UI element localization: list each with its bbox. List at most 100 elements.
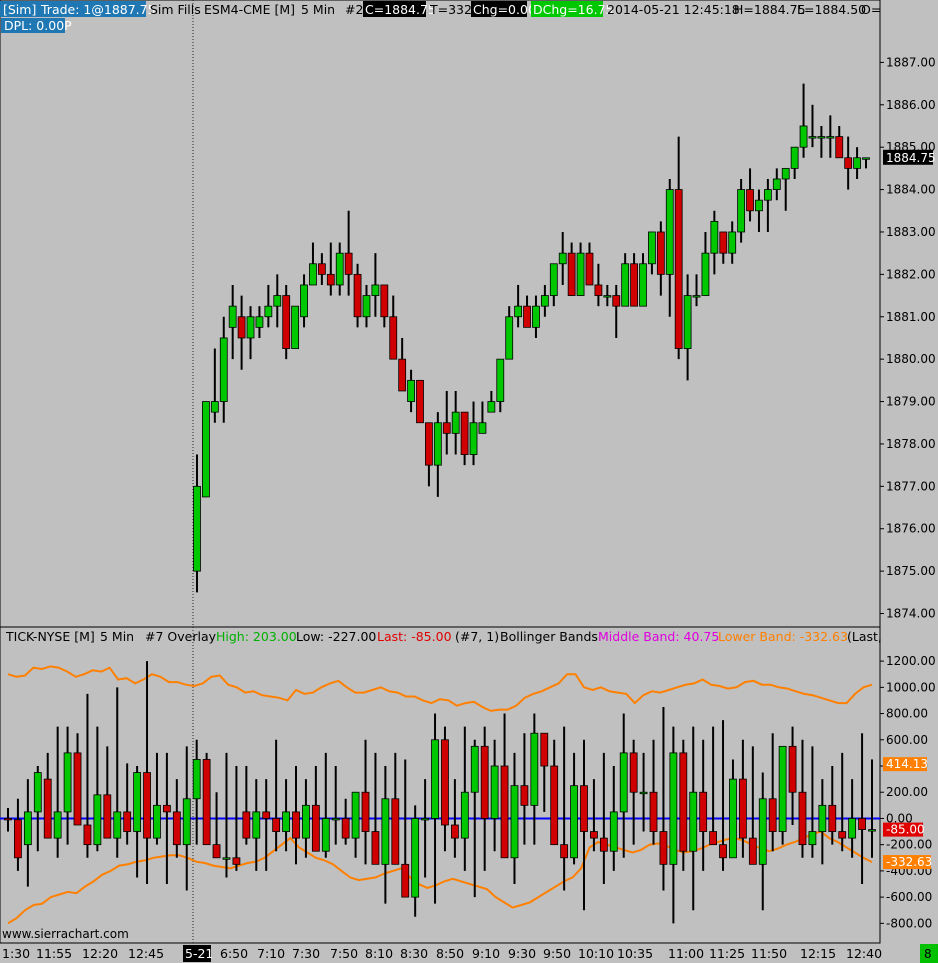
price-candle[interactable]	[353, 273, 362, 318]
tick-candle[interactable]	[738, 778, 747, 839]
price-candle[interactable]	[835, 136, 844, 159]
tick-candle[interactable]	[123, 811, 132, 832]
price-candle[interactable]	[585, 252, 594, 286]
price-candle[interactable]	[817, 136, 826, 139]
price-candle[interactable]	[576, 252, 585, 296]
tick-candle[interactable]	[143, 772, 151, 839]
tick-candle[interactable]	[550, 765, 559, 846]
price-candle[interactable]	[781, 167, 790, 180]
tick-candle[interactable]	[629, 752, 638, 793]
trade-info[interactable]: Trade: 1@1887.75	[40, 2, 156, 17]
tick-candle[interactable]	[153, 804, 161, 839]
tick-candle[interactable]	[858, 818, 866, 830]
tick-candle[interactable]	[580, 785, 588, 832]
tick-candle[interactable]	[798, 791, 807, 846]
price-candle[interactable]	[701, 252, 710, 296]
price-candle[interactable]	[549, 263, 558, 296]
price-candle[interactable]	[451, 411, 460, 434]
tick-candle[interactable]	[351, 791, 360, 839]
tick-candle[interactable]	[103, 794, 112, 839]
price-candle[interactable]	[665, 189, 674, 275]
tick-candle[interactable]	[421, 818, 430, 821]
tick-candle[interactable]	[818, 804, 827, 832]
price-candle[interactable]	[416, 379, 424, 424]
price-candle[interactable]	[380, 284, 389, 318]
tick-candle[interactable]	[262, 811, 271, 819]
price-candle[interactable]	[210, 401, 219, 413]
tick-candle[interactable]	[162, 804, 171, 813]
price-candle[interactable]	[612, 295, 621, 307]
tick-candle[interactable]	[788, 745, 797, 793]
price-candle[interactable]	[398, 358, 407, 392]
tick-candle[interactable]	[758, 798, 767, 865]
tick-candle[interactable]	[222, 857, 231, 860]
tick-candle[interactable]	[699, 791, 708, 832]
price-candle[interactable]	[300, 284, 308, 318]
symbol-label[interactable]: ESM4-CME [M]	[204, 2, 295, 17]
tick-candle[interactable]	[868, 829, 876, 832]
tick-candle[interactable]	[23, 811, 32, 846]
price-candle[interactable]	[371, 284, 380, 296]
tick-candle[interactable]	[510, 785, 519, 859]
price-candle[interactable]	[790, 146, 799, 169]
price-candle[interactable]	[389, 316, 398, 360]
price-candle[interactable]	[460, 411, 469, 455]
price-candle[interactable]	[335, 252, 344, 286]
tick-candle[interactable]	[639, 791, 648, 795]
tick-candle[interactable]	[560, 844, 569, 859]
tick-candle[interactable]	[470, 745, 479, 793]
tick-candle[interactable]	[500, 765, 509, 859]
price-candle[interactable]	[442, 422, 451, 434]
price-candle[interactable]	[719, 231, 728, 254]
tick-candle[interactable]	[83, 824, 92, 846]
tick-candle[interactable]	[43, 778, 52, 839]
price-candle[interactable]	[237, 316, 246, 339]
price-candle[interactable]	[326, 273, 335, 286]
price-candle[interactable]	[317, 263, 326, 275]
tick-candle[interactable]	[14, 819, 22, 859]
tick-candle[interactable]	[778, 745, 787, 832]
study-name[interactable]: Bollinger Bands	[500, 629, 598, 644]
price-candle[interactable]	[567, 252, 576, 296]
tick-candle[interactable]	[391, 798, 400, 865]
price-candle[interactable]	[282, 295, 291, 349]
price-candle[interactable]	[737, 189, 746, 233]
tick-candle[interactable]	[570, 785, 578, 859]
price-candle[interactable]	[710, 220, 719, 254]
tick-candle[interactable]	[450, 824, 459, 839]
tick-candle[interactable]	[361, 791, 370, 832]
tick-symbol[interactable]: TICK-NYSE [M]	[5, 629, 95, 644]
tick-candle[interactable]	[808, 831, 817, 846]
tick-candle[interactable]	[748, 837, 757, 865]
price-candle[interactable]	[496, 358, 505, 402]
tick-candle[interactable]	[73, 752, 82, 826]
price-candle[interactable]	[826, 136, 835, 139]
tick-candle[interactable]	[192, 759, 201, 800]
tick-candle[interactable]	[272, 818, 281, 832]
price-candle[interactable]	[407, 379, 415, 402]
tick-candle[interactable]	[341, 818, 350, 839]
tick-candle[interactable]	[619, 752, 628, 813]
tick-candle[interactable]	[609, 811, 618, 852]
price-candle[interactable]	[344, 252, 353, 275]
price-candle[interactable]	[844, 157, 853, 169]
tick-candle[interactable]	[411, 818, 420, 898]
tick-candle[interactable]	[669, 752, 678, 865]
tick-candle[interactable]	[242, 811, 251, 839]
tick-candle[interactable]	[540, 732, 549, 767]
price-candle[interactable]	[291, 305, 300, 349]
tick-candle[interactable]	[729, 778, 737, 859]
tick-candle[interactable]	[212, 844, 221, 859]
tick-candle[interactable]	[172, 811, 181, 846]
price-candle[interactable]	[603, 295, 612, 298]
price-candle[interactable]	[763, 189, 772, 201]
tick-candle[interactable]	[292, 811, 300, 839]
tick-candle[interactable]	[401, 863, 410, 898]
price-candle[interactable]	[808, 136, 817, 139]
tick-candle[interactable]	[768, 798, 777, 832]
price-candle[interactable]	[264, 305, 273, 318]
price-candle[interactable]	[728, 231, 737, 254]
price-candle[interactable]	[532, 305, 540, 328]
tick-candle[interactable]	[590, 831, 598, 839]
price-candle[interactable]	[648, 231, 656, 265]
